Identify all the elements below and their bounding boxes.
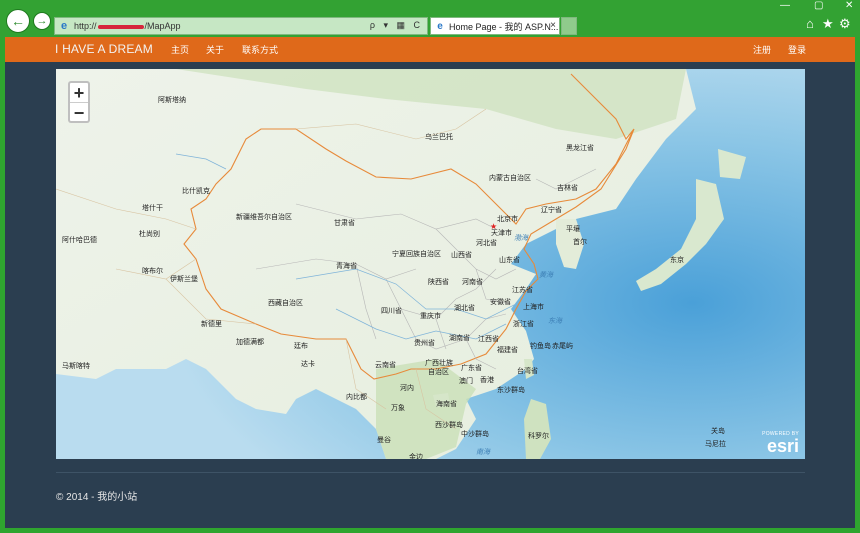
map-view[interactable]: ★ 阿斯塔纳 乌兰巴托 比什凯克 塔什干 杜尚别 阿什哈巴德 喀布尔 伊斯兰堡 … [56, 69, 805, 459]
address-bar[interactable]: e http:// /MapApp ρ ▾ ▦ C [54, 17, 428, 35]
ie-page-icon: e [60, 20, 68, 32]
address-url: http:// /MapApp [74, 21, 181, 31]
nav-link-register[interactable]: 注册 [753, 43, 771, 56]
hainan [433, 393, 450, 407]
maximize-icon[interactable]: ▢ [814, 0, 823, 11]
nav-link-home[interactable]: 主页 [171, 43, 189, 56]
browser-chrome: ← → e http:// /MapApp ρ ▾ ▦ C e Home Page… [0, 0, 860, 37]
esri-attribution[interactable]: POWERED BY esri [762, 432, 799, 456]
nav-link-login[interactable]: 登录 [788, 43, 806, 56]
settings-gear-icon[interactable]: ⚙ [839, 17, 851, 30]
nav-link-about[interactable]: 关于 [206, 43, 224, 56]
favorites-star-icon[interactable]: ★ [822, 17, 834, 30]
url-suffix: /MapApp [144, 21, 181, 31]
tab-title: Home Page - 我的 ASP.N... [449, 21, 559, 32]
top-navbar: I HAVE A DREAM 主页 关于 联系方式 注册 登录 [5, 37, 855, 62]
capital-star-icon: ★ [490, 222, 497, 231]
zoom-control: + − [68, 81, 90, 123]
close-window-icon[interactable]: ✕ [845, 0, 853, 11]
map-canvas: ★ [56, 69, 805, 459]
page: I HAVE A DREAM 主页 关于 联系方式 注册 登录 ★ 阿斯塔纳 乌… [5, 37, 855, 528]
browser-tab[interactable]: e Home Page - 我的 ASP.N... × [430, 17, 560, 35]
tab-close-icon[interactable]: × [550, 20, 556, 31]
esri-logo: esri [766, 436, 799, 456]
home-icon[interactable]: ⌂ [806, 17, 814, 30]
zoom-in-button[interactable]: + [70, 83, 88, 103]
new-tab-button[interactable] [561, 17, 577, 35]
ie-tab-icon: e [437, 20, 443, 32]
redacted-host [97, 24, 144, 29]
minimize-icon[interactable]: — [780, 0, 790, 11]
address-tools-icons[interactable]: ρ ▾ ▦ C [370, 20, 423, 31]
nav-link-contact[interactable]: 联系方式 [242, 43, 278, 56]
back-arrow-icon[interactable]: ← [6, 9, 30, 33]
forward-arrow-icon[interactable]: → [33, 12, 51, 30]
footer-divider [56, 472, 805, 473]
footer-text: © 2014 - 我的小站 [56, 492, 138, 503]
brand-link[interactable]: I HAVE A DREAM [55, 42, 153, 56]
zoom-out-button[interactable]: − [70, 103, 88, 122]
url-prefix: http:// [74, 21, 97, 31]
